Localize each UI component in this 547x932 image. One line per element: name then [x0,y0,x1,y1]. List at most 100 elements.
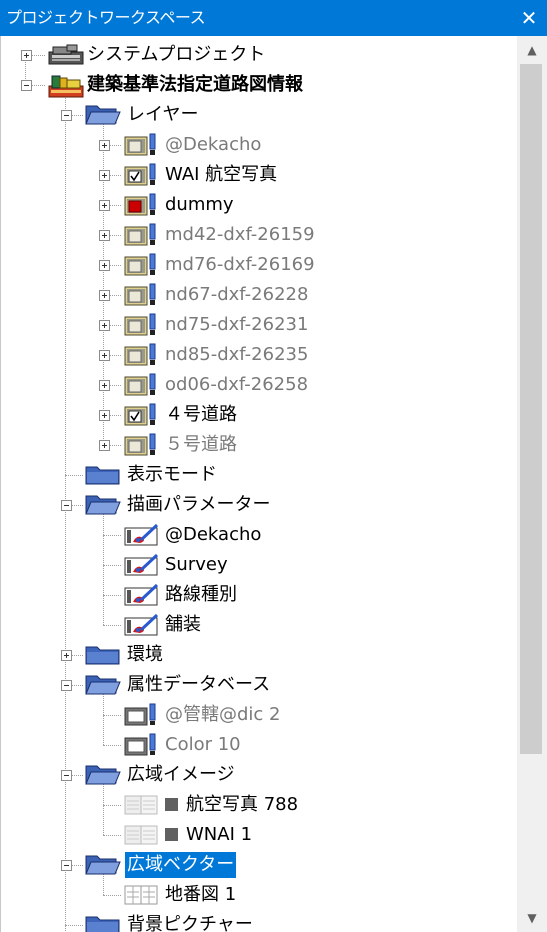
tree-node-17[interactable]: Survey [163,552,230,578]
tree-node-5[interactable]: dummy [163,192,236,218]
tree-guide-horizontal [103,625,121,626]
tree-node-11[interactable]: od06-dxf-26258 [163,372,310,398]
raster-image-icon [123,823,161,851]
project-books-icon [47,73,85,103]
collapse-icon[interactable] [61,680,72,691]
expand-icon[interactable] [99,440,110,451]
tree-node-label: nd75-dxf-26231 [165,314,309,335]
tree-node-label: Color 10 [165,734,241,755]
expand-icon[interactable] [61,650,72,661]
scroll-down-icon[interactable]: ▼ [517,906,547,930]
tree-node-20[interactable]: 環境 [125,642,165,668]
tree-node-9[interactable]: nd75-dxf-26231 [163,312,310,338]
tree-node-6[interactable]: md42-dxf-26159 [163,222,317,248]
tree-node-2[interactable]: レイヤー [125,102,200,128]
scroll-up-icon[interactable]: ▲ [517,38,547,62]
system-project-icon [47,43,85,71]
tree-node-label: 路線種別 [165,584,237,605]
tree-guide-horizontal [103,805,121,806]
tree-node-label: 広域ベクター [127,854,235,875]
collapse-icon[interactable] [21,80,32,91]
tree-guide-horizontal [103,565,121,566]
tree-node-14[interactable]: 表示モード [125,462,219,488]
expand-icon[interactable] [99,260,110,271]
tree-node-16[interactable]: @Dekacho [163,522,263,548]
expand-icon[interactable] [99,200,110,211]
tree-node-label: 広域イメージ [127,764,235,785]
tree-node-0[interactable]: システムプロジェクト [85,42,267,68]
tree-node-label: 表示モード [127,464,217,485]
title-bar: プロジェクトワークスペース ✕ [0,0,547,36]
expand-icon[interactable] [99,230,110,241]
tree-guide-horizontal [103,715,121,716]
tree-node-19[interactable]: 舗装 [163,612,203,638]
folder-open-icon [85,103,121,129]
scrollbar-thumb[interactable] [520,64,542,754]
tree-node-21[interactable]: 属性データベース [125,672,272,698]
tree-node-4[interactable]: WAI 航空写真 [163,162,279,188]
collapse-icon[interactable] [61,860,72,871]
expand-icon[interactable] [99,140,110,151]
tree-guide-horizontal [103,745,121,746]
folder-closed-icon [85,463,121,489]
square-bullet-icon [165,798,178,811]
tree-node-label: dummy [165,194,234,215]
tree-node-label: @管轄@dic 2 [165,704,281,725]
attribute-db-icon [123,703,161,731]
tree-node-18[interactable]: 路線種別 [163,582,239,608]
tree-node-26[interactable]: WNAI 1 [163,822,254,848]
tree-guide-horizontal [103,895,121,896]
tree-node-label: nd67-dxf-26228 [165,284,309,305]
tree-node-12[interactable]: ４号道路 [163,402,239,428]
layer-icon [123,223,161,251]
square-bullet-icon [165,828,178,841]
tree-guide-horizontal [103,595,121,596]
tree-node-23[interactable]: Color 10 [163,732,243,758]
tree-node-25[interactable]: 航空写真 788 [163,792,300,818]
raster-image-icon [123,793,161,821]
folder-open-icon [85,853,121,879]
tree-guide-vertical [103,781,104,835]
collapse-icon[interactable] [61,500,72,511]
tree-node-22[interactable]: @管轄@dic 2 [163,702,283,728]
tree-node-1[interactable]: 建築基準法指定道路図情報 [85,72,305,98]
expand-icon[interactable] [99,350,110,361]
vector-map-icon [123,883,161,911]
tree-node-29[interactable]: 背景ピクチャー [125,912,255,932]
layer-icon [123,313,161,341]
close-icon[interactable]: ✕ [511,0,547,36]
layer-icon [123,373,161,401]
tree-node-label: nd85-dxf-26235 [165,344,309,365]
folder-closed-icon [85,643,121,669]
tree-node-label: ４号道路 [165,404,237,425]
vertical-scrollbar[interactable]: ▲ ▼ [517,36,547,932]
tree-node-label: 背景ピクチャー [127,914,253,932]
expand-icon[interactable] [21,50,32,61]
tree-node-label: システムプロジェクト [87,44,266,65]
tree-node-3[interactable]: @Dekacho [163,132,263,158]
expand-icon[interactable] [99,410,110,421]
expand-icon[interactable] [99,290,110,301]
expand-icon[interactable] [99,170,110,181]
tree-node-27[interactable]: 広域ベクター [125,852,237,878]
tree-node-15[interactable]: 描画パラメーター [125,492,272,518]
draw-param-icon [123,553,161,581]
expand-icon[interactable] [99,380,110,391]
tree-node-24[interactable]: 広域イメージ [125,762,237,788]
tree-node-7[interactable]: md76-dxf-26169 [163,252,317,278]
attribute-db-icon [123,733,161,761]
draw-param-icon [123,613,161,641]
tree-node-10[interactable]: nd85-dxf-26235 [163,342,310,368]
tree-node-label: @Dekacho [165,134,262,155]
tree-node-28[interactable]: 地番図 1 [163,882,238,908]
tree-node-8[interactable]: nd67-dxf-26228 [163,282,310,308]
collapse-icon[interactable] [61,110,72,121]
project-tree[interactable]: システムプロジェクト建築基準法指定道路図情報レイヤー @Dekacho WAI 航空… [0,36,517,932]
tree-guide-vertical [103,691,104,745]
folder-open-icon [85,673,121,699]
expand-icon[interactable] [99,320,110,331]
tree-node-label: Survey [165,554,228,575]
tree-node-13[interactable]: ５号道路 [163,432,239,458]
collapse-icon[interactable] [61,770,72,781]
tree-node-label: 航空写真 788 [186,794,299,815]
